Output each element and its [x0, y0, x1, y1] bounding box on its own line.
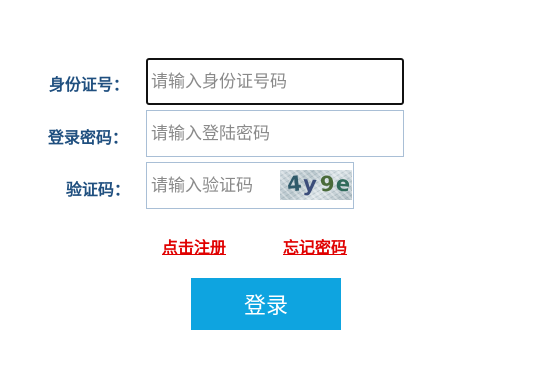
captcha-char: y [301, 171, 319, 197]
login-button[interactable]: 登录 [191, 278, 341, 330]
login-page: 身份证号： 登录密码： 验证码： 4y9e 点击注册 忘记密码 登录 [0, 0, 533, 374]
forgot-password-link[interactable]: 忘记密码 [283, 234, 347, 258]
captcha-char: e [334, 171, 352, 197]
password-label: 登录密码： [48, 128, 129, 147]
captcha-char: 4 [285, 171, 304, 197]
id-number-input[interactable] [146, 58, 404, 105]
id-number-label: 身份证号： [49, 75, 130, 94]
captcha-image[interactable]: 4y9e [280, 170, 352, 200]
captcha-label: 验证码： [66, 180, 131, 199]
password-input[interactable] [146, 110, 404, 157]
captcha-code: 4y9e [285, 171, 352, 197]
register-link[interactable]: 点击注册 [162, 234, 226, 258]
